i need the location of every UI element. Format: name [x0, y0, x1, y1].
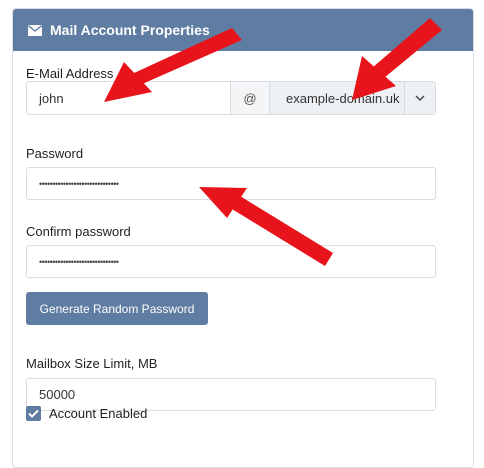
- panel-header: Mail Account Properties: [13, 9, 473, 51]
- email-label: E-Mail Address: [26, 66, 114, 81]
- email-address-group: john @ example-domain.uk: [26, 81, 436, 115]
- account-enabled-checkbox[interactable]: [26, 406, 41, 421]
- password-field[interactable]: ••••••••••••••••••••••••••••••: [26, 167, 436, 200]
- account-enabled-label: Account Enabled: [49, 406, 148, 421]
- confirm-password-masked-value: ••••••••••••••••••••••••••••••: [39, 256, 119, 267]
- at-symbol: @: [230, 82, 270, 114]
- mailbox-limit-label: Mailbox Size Limit, MB: [26, 356, 158, 371]
- domain-select[interactable]: example-domain.uk: [270, 82, 404, 114]
- checkmark-icon: [28, 409, 39, 418]
- confirm-password-field[interactable]: ••••••••••••••••••••••••••••••: [26, 245, 436, 278]
- password-masked-value: ••••••••••••••••••••••••••••••: [39, 178, 119, 189]
- confirm-password-label: Confirm password: [26, 224, 131, 239]
- account-enabled-row: Account Enabled: [26, 406, 147, 421]
- envelope-icon: [28, 24, 42, 36]
- generate-password-button[interactable]: Generate Random Password: [26, 292, 208, 325]
- panel-title: Mail Account Properties: [50, 22, 210, 38]
- email-user-input[interactable]: john: [27, 82, 230, 114]
- chevron-down-icon[interactable]: [404, 82, 435, 114]
- password-label: Password: [26, 146, 84, 161]
